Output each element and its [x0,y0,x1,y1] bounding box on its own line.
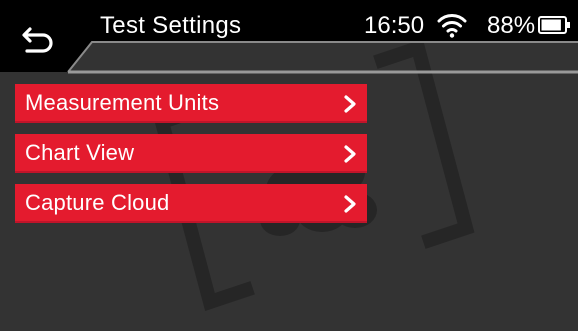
chevron-right-icon [344,145,356,163]
status-time: 16:50 [364,12,425,39]
back-button[interactable] [10,14,66,64]
battery-level-fill [541,19,561,31]
menu-item-label: Chart View [25,139,135,165]
menu-item-label: Capture Cloud [25,189,170,215]
top-bar: Test Settings 16:50 88% [0,0,578,76]
menu-item-label: Measurement Units [25,89,220,115]
battery-percent: 88% [487,12,536,39]
settings-menu: Measurement Units Chart View Capture Clo… [15,84,367,234]
menu-item-measurement-units[interactable]: Measurement Units [15,84,367,123]
wifi-icon [437,14,467,38]
menu-item-capture-cloud[interactable]: Capture Cloud [15,184,367,223]
chevron-right-icon [344,195,356,213]
device-screen: Test Settings 16:50 88% Measurement Unit… [0,0,578,331]
menu-item-chart-view[interactable]: Chart View [15,134,367,173]
page-title: Test Settings [100,12,242,39]
chevron-right-icon [344,95,356,113]
battery-icon [538,16,570,34]
back-arrow-icon [22,27,53,53]
